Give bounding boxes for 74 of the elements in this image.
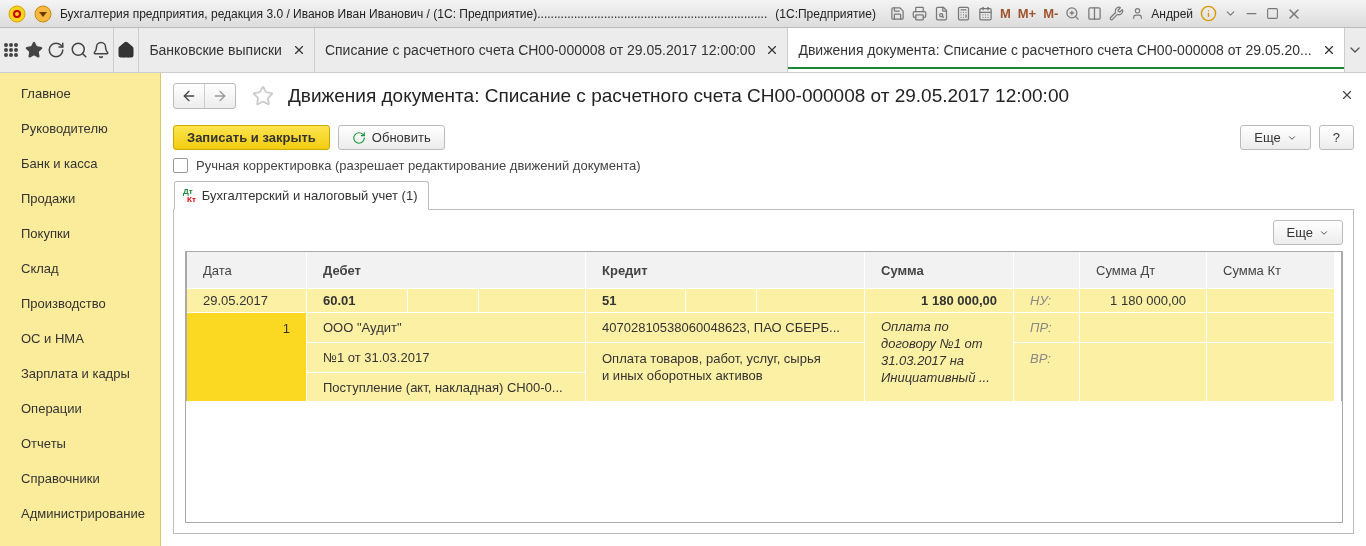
table-cell: 1 180 000,00 (865, 289, 1013, 312)
print-icon[interactable] (911, 6, 927, 21)
table-cell: Оплата товаров, работ, услуг, сырья и иных оборотных активов (586, 343, 864, 401)
more-button[interactable]: Еще (1272, 220, 1343, 245)
help-button[interactable]: ? (1318, 125, 1354, 150)
sidebar-item[interactable]: Продажи (0, 181, 160, 216)
info-icon[interactable] (1200, 5, 1218, 22)
maximize-icon[interactable] (1266, 7, 1280, 20)
sidebar-item[interactable]: Администрирование (0, 496, 160, 531)
calendar-icon[interactable] (977, 6, 993, 21)
form-title: Движения документа: Списание с расчетного счета СН00-000008 от 29.05.2017 12:00:00 (288, 85, 1070, 107)
window-mode: (1С:Предприятие) (775, 6, 876, 21)
panels-icon[interactable] (1087, 6, 1103, 21)
save-close-button[interactable]: Записать и закрыть (173, 125, 330, 150)
table-cell: 1 180 000,00 (1080, 289, 1206, 312)
refresh-icon (351, 130, 366, 145)
column-header: Сумма Кт (1207, 252, 1334, 288)
menu-dropdown-icon[interactable] (34, 4, 52, 23)
sidebar-item[interactable]: Операции (0, 391, 160, 426)
table-cell: ООО "Аудит" (307, 313, 585, 342)
apps-grid-icon[interactable] (3, 42, 20, 58)
history-icon[interactable] (47, 41, 66, 59)
table-cell: 51 (586, 289, 685, 312)
table-cell: НУ: (1014, 289, 1079, 312)
wrench-icon[interactable] (1109, 6, 1125, 21)
column-header (1014, 252, 1079, 288)
sidebar-item[interactable]: Справочники (0, 461, 160, 496)
column-header: Кредит (586, 252, 864, 288)
save-icon[interactable] (889, 6, 905, 21)
sidebar-item[interactable]: Производство (0, 286, 160, 321)
refresh-button[interactable]: Обновить (337, 125, 445, 150)
preview-icon[interactable] (933, 6, 949, 21)
sidebar-item[interactable]: ОС и НМА (0, 321, 160, 356)
app-logo-icon (8, 4, 26, 23)
table-cell: 60.01 (307, 289, 407, 312)
table-cell: 1 (187, 313, 306, 401)
checkbox[interactable] (173, 158, 188, 173)
search-icon[interactable] (69, 41, 88, 59)
table-cell: №1 от 31.03.2017 (307, 343, 585, 372)
sidebar-item[interactable]: Банк и касса (0, 146, 160, 181)
memory-button[interactable]: M- (1043, 6, 1059, 21)
sidebar-item[interactable]: Отчеты (0, 426, 160, 461)
bell-icon[interactable] (92, 41, 111, 59)
table-cell: Оплата по договору №1 от 31.03.2017 на Инициативный ... (865, 313, 1013, 401)
more-button[interactable]: Еще (1240, 125, 1311, 150)
memory-button[interactable]: M+ (1017, 6, 1037, 21)
sidebar-item[interactable]: Зарплата и кадры (0, 356, 160, 391)
table-cell: Поступление (акт, накладная) СН00-0... (307, 373, 585, 401)
home-icon[interactable] (116, 41, 135, 59)
debit-credit-icon: Дт Кт (183, 187, 196, 204)
user-icon (1131, 7, 1145, 20)
table-cell (408, 289, 478, 312)
table-cell: ПР: (1014, 313, 1079, 342)
table-cell: 29.05.2017 (187, 289, 306, 312)
sidebar-item[interactable]: Склад (0, 251, 160, 286)
column-header: Дебет (307, 252, 585, 288)
checkbox-label: Ручная корректировка (разрешает редактирование движений документа) (196, 158, 641, 173)
memory-button[interactable]: M (999, 6, 1011, 21)
document-tab[interactable]: Движения документа: Списание с расчетного счета СН00-000008 от 29.05.20... (788, 28, 1345, 72)
calculator-icon[interactable] (955, 6, 971, 21)
sidebar-item[interactable]: Руководителю (0, 111, 160, 146)
column-header: Дата (187, 252, 306, 288)
column-header: Сумма (865, 252, 1013, 288)
table-cell: ВР: (1014, 343, 1079, 401)
sidebar-item[interactable]: Покупки (0, 216, 160, 251)
favorite-star-icon[interactable] (252, 85, 274, 107)
table-cell (686, 289, 756, 312)
user-name[interactable]: Андрей (1151, 6, 1194, 21)
column-header: Сумма Дт (1080, 252, 1206, 288)
zoom-icon[interactable] (1065, 6, 1081, 21)
table-cell: 40702810538060048623, ПАО СБЕРБ... (586, 313, 864, 342)
sidebar-item[interactable]: Главное (0, 76, 160, 111)
window-title: Бухгалтерия предприятия, редакция 3.0 / Иванов Иван Иванович / (1С: Предприятие)..................................................................... (60, 6, 768, 21)
star-icon[interactable] (24, 41, 43, 59)
